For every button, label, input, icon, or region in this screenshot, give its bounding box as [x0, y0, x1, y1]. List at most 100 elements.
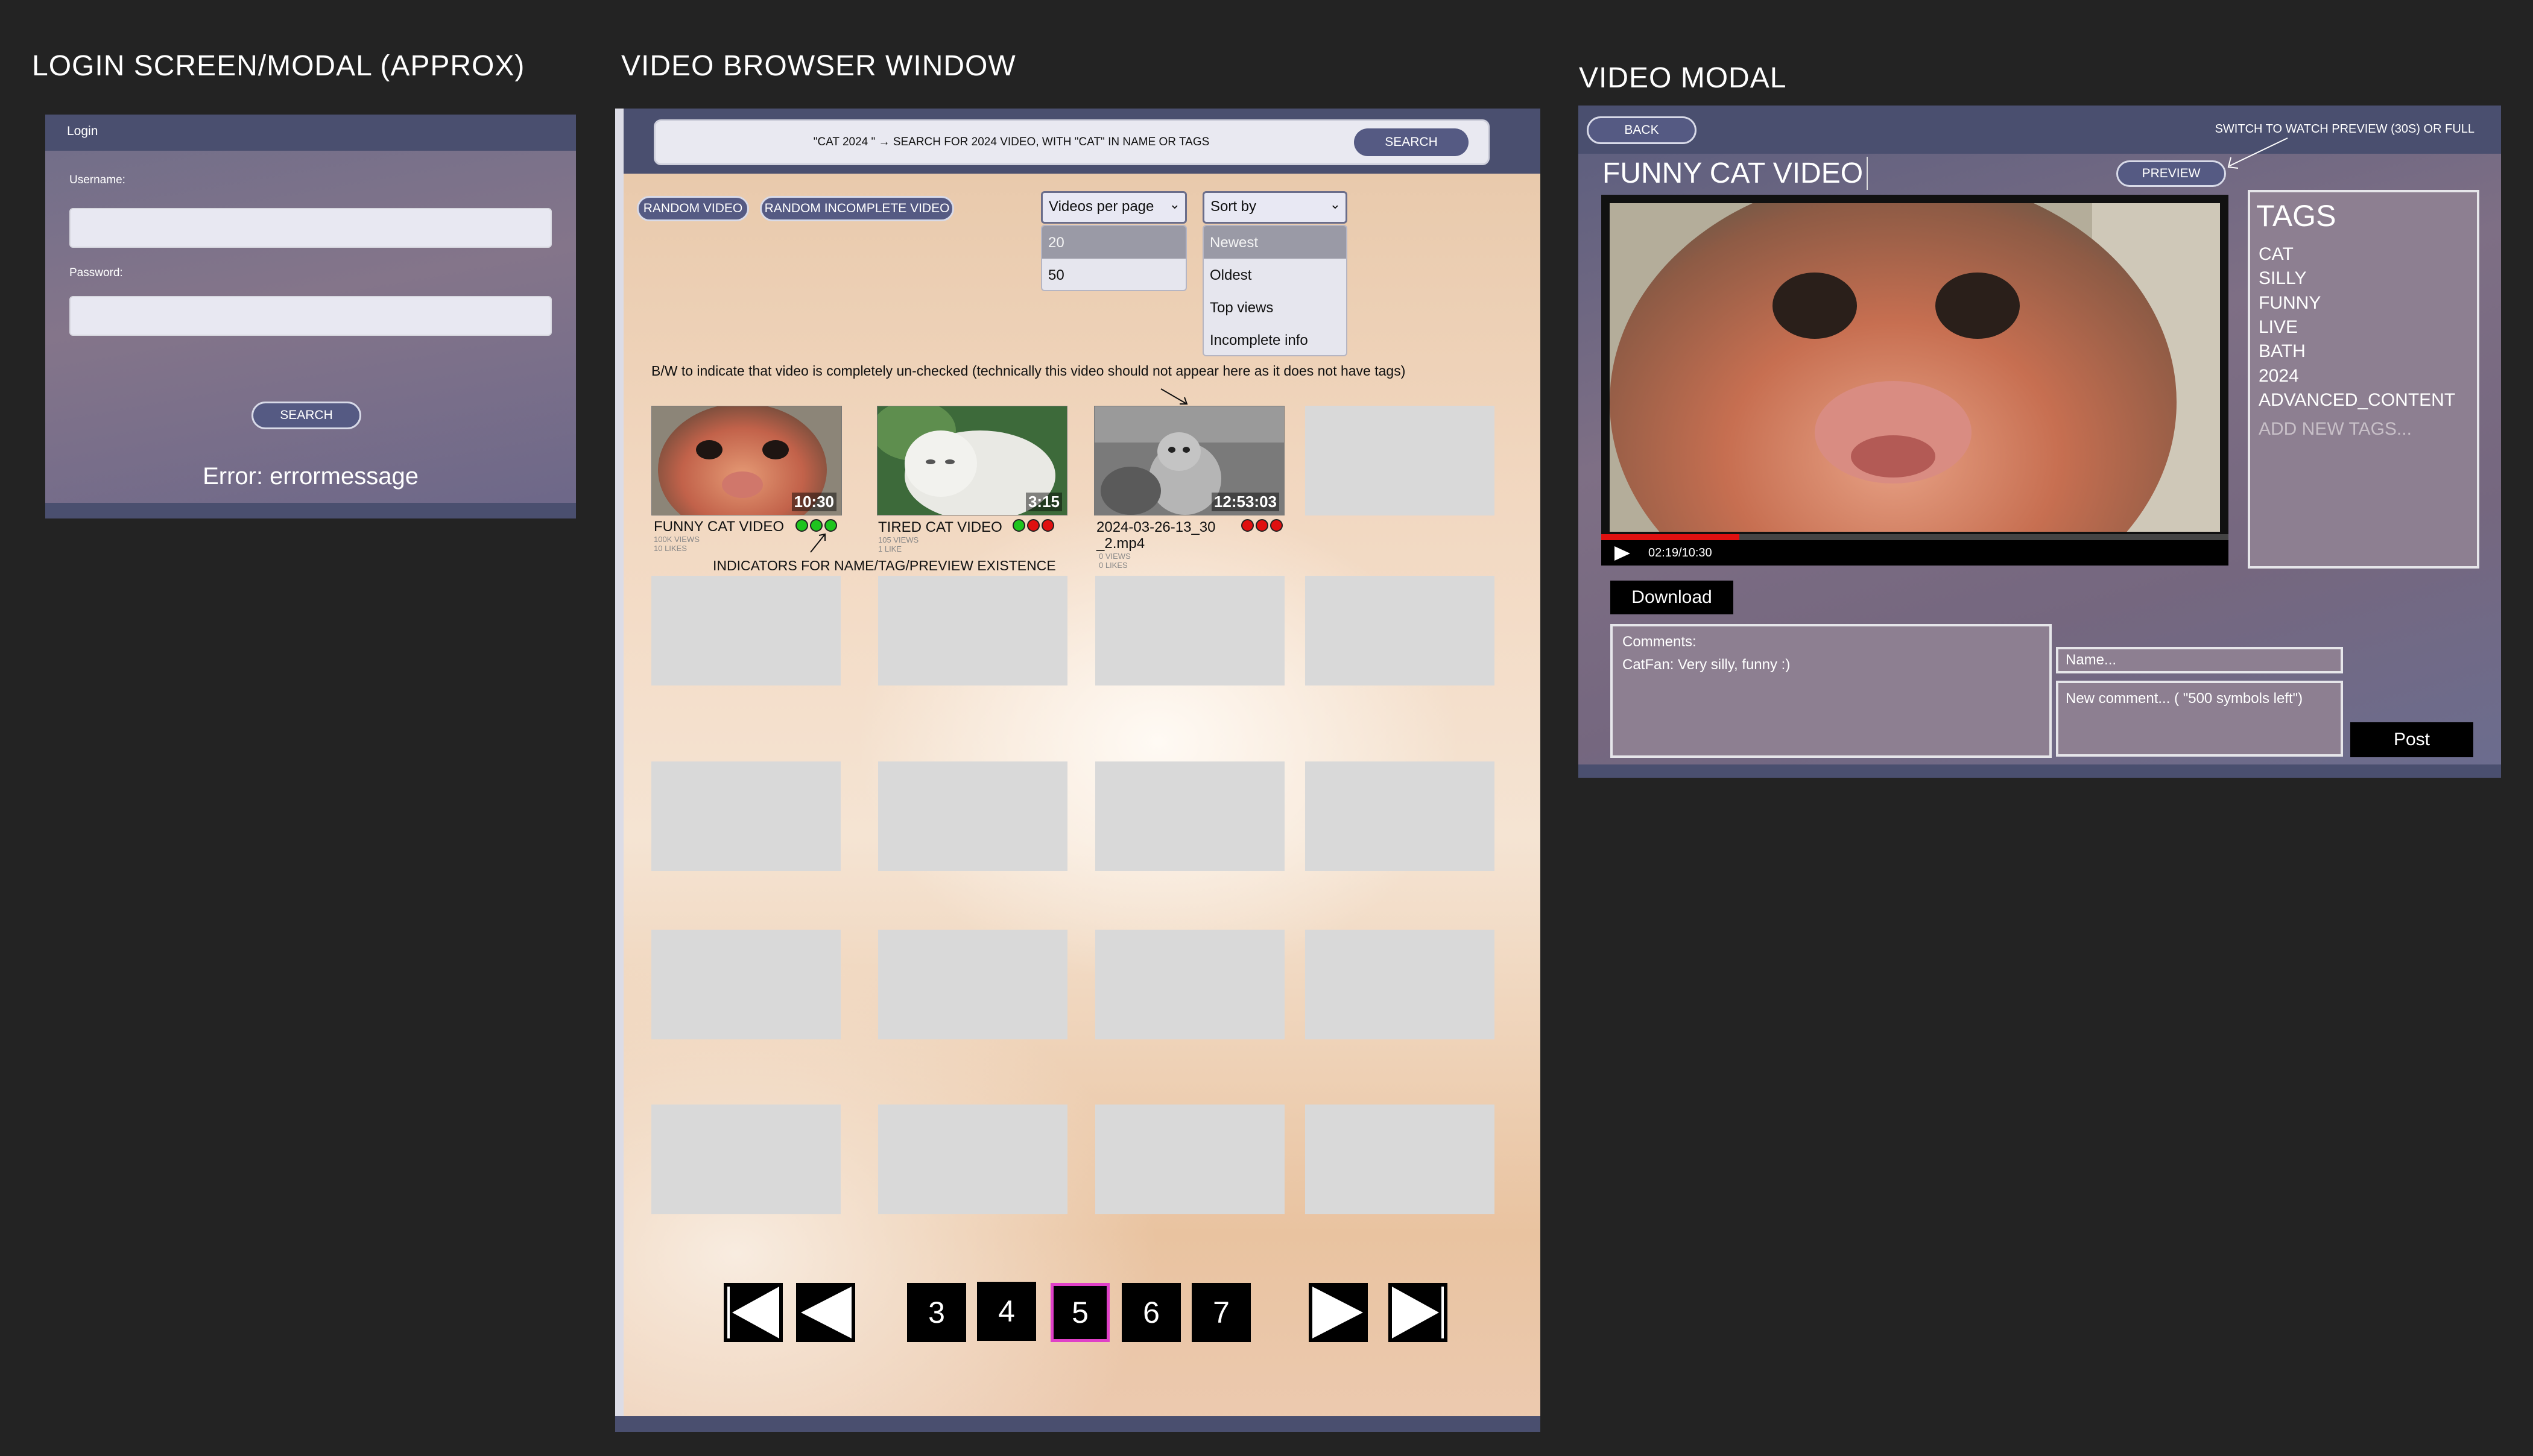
video-placeholder	[1305, 406, 1494, 515]
username-field[interactable]	[69, 208, 552, 248]
post-button[interactable]: Post	[2350, 722, 2473, 757]
playback-time: 02:19/10:30	[1648, 546, 1712, 559]
tag-indicator	[1027, 519, 1040, 532]
search-button[interactable]: SEARCH	[1354, 128, 1469, 156]
next-page-button[interactable]	[1309, 1283, 1368, 1342]
indicators-annotation: INDICATORS FOR NAME/TAG/PREVIEW EXISTENC…	[713, 558, 1056, 573]
video-views: 0 VIEWS	[1099, 552, 1131, 561]
current-page-button[interactable]: 5	[1051, 1283, 1110, 1342]
player-controls: 02:19/10:30	[1601, 534, 2228, 566]
tag-item[interactable]: CAT	[2259, 244, 2294, 265]
page-button[interactable]: 3	[907, 1283, 966, 1342]
video-title[interactable]: 2024-03-26-13_30	[1096, 519, 1216, 536]
play-icon[interactable]	[1613, 545, 1631, 562]
error-message: Error: errormessage	[203, 463, 419, 490]
arrow-right-icon	[1312, 1287, 1363, 1338]
name-input[interactable]: Name...	[2056, 647, 2343, 673]
per-page-option[interactable]: 20	[1042, 226, 1186, 259]
login-modal: Login Username: Password: Error: errorme…	[45, 115, 576, 518]
video-duration: 3:15	[1025, 493, 1062, 511]
browser-section-title: VIDEO BROWSER WINDOW	[621, 50, 1016, 82]
video-placeholder	[651, 576, 841, 685]
username-label: Username:	[69, 174, 125, 186]
video-placeholder	[651, 1105, 841, 1214]
switch-annotation: SWITCH TO WATCH PREVIEW (30S) OR FULL	[2215, 122, 2474, 136]
video-frame-image	[1610, 203, 2220, 532]
page-button[interactable]: 6	[1122, 1283, 1181, 1342]
password-field[interactable]	[69, 296, 552, 336]
video-views: 105 VIEWS	[878, 535, 919, 544]
page-button[interactable]: 4	[977, 1282, 1036, 1341]
tag-item[interactable]: LIVE	[2259, 317, 2298, 338]
login-header: Login	[45, 115, 576, 151]
video-placeholder	[1095, 930, 1285, 1039]
video-title[interactable]: FUNNY CAT VIDEO	[1602, 157, 1868, 190]
video-placeholder	[1305, 1105, 1494, 1214]
progress-track[interactable]	[1601, 534, 2228, 540]
annotation-arrow-icon	[2227, 137, 2288, 169]
skip-first-icon	[727, 1287, 779, 1338]
sort-by-label: Sort by	[1210, 198, 1257, 215]
video-title[interactable]: FUNNY CAT VIDEO	[654, 518, 784, 535]
annotation-arrow-icon	[810, 533, 826, 553]
sort-option[interactable]: Newest	[1204, 226, 1346, 259]
name-indicator	[795, 519, 808, 532]
sort-option[interactable]: Incomplete info	[1204, 324, 1346, 355]
tag-item[interactable]: 2024	[2259, 366, 2299, 386]
video-placeholder	[1305, 930, 1494, 1039]
preview-indicator	[1270, 519, 1283, 532]
preview-toggle-button[interactable]: PREVIEW	[2116, 160, 2226, 187]
videos-per-page-select[interactable]: Videos per page ⌄	[1041, 191, 1187, 224]
video-title-continued[interactable]: _2.mp4	[1096, 535, 1145, 552]
search-bar[interactable]: "CAT 2024 " → SEARCH FOR 2024 VIDEO, WIT…	[654, 119, 1490, 165]
previous-page-button[interactable]	[796, 1283, 855, 1342]
video-indicators	[795, 519, 837, 532]
video-thumbnail[interactable]: 12:53:03	[1094, 406, 1285, 515]
random-video-button[interactable]: RANDOM VIDEO	[637, 196, 749, 221]
skip-last-icon	[1392, 1287, 1444, 1338]
name-indicator	[1241, 519, 1254, 532]
new-comment-input[interactable]: New comment... ( "500 symbols left")	[2056, 681, 2343, 757]
videos-per-page-options: 20 50	[1041, 225, 1187, 291]
tag-indicator	[1256, 519, 1268, 532]
video-player[interactable]: 02:19/10:30	[1601, 195, 2228, 566]
add-tags-input[interactable]: ADD NEW TAGS...	[2259, 419, 2412, 440]
video-placeholder	[878, 930, 1067, 1039]
comment-item: CatFan: Very silly, funny :)	[1622, 657, 1791, 673]
preview-indicator	[824, 519, 837, 532]
first-page-button[interactable]	[724, 1283, 783, 1342]
video-placeholder	[1305, 576, 1494, 685]
video-thumbnail[interactable]: 10:30	[651, 406, 842, 515]
video-duration: 12:53:03	[1211, 493, 1279, 511]
browser-scrollbar[interactable]	[615, 109, 624, 1432]
login-footer	[45, 503, 576, 518]
bw-annotation: B/W to indicate that video is completely…	[651, 363, 1406, 379]
modal-section-title: VIDEO MODAL	[1579, 62, 1787, 94]
last-page-button[interactable]	[1388, 1283, 1447, 1342]
download-button[interactable]: Download	[1610, 581, 1733, 614]
sort-by-select[interactable]: Sort by ⌄	[1203, 191, 1347, 224]
video-placeholder	[1095, 576, 1285, 685]
video-modal: BACK SWITCH TO WATCH PREVIEW (30S) OR FU…	[1578, 106, 2501, 778]
tag-item[interactable]: SILLY	[2259, 268, 2307, 289]
login-button[interactable]: SEARCH	[251, 402, 361, 429]
browser-footer	[615, 1416, 1540, 1432]
video-placeholder	[1095, 761, 1285, 871]
random-incomplete-video-button[interactable]: RANDOM INCOMPLETE VIDEO	[760, 196, 954, 221]
video-placeholder	[1305, 761, 1494, 871]
search-input-text[interactable]: "CAT 2024 " → SEARCH FOR 2024 VIDEO, WIT…	[656, 136, 1367, 149]
video-thumbnail[interactable]: 3:15	[877, 406, 1067, 515]
progress-fill	[1601, 534, 1739, 540]
sort-option[interactable]: Oldest	[1204, 259, 1346, 291]
tag-item[interactable]: FUNNY	[2259, 293, 2321, 314]
tags-header: TAGS	[2256, 199, 2336, 233]
tag-item[interactable]: ADVANCED_CONTENT	[2259, 390, 2455, 411]
video-title[interactable]: TIRED CAT VIDEO	[878, 519, 1002, 536]
comments-box: Comments: CatFan: Very silly, funny :)	[1610, 624, 2052, 758]
tag-item[interactable]: BATH	[2259, 341, 2306, 362]
per-page-option[interactable]: 50	[1042, 259, 1186, 290]
preview-indicator	[1042, 519, 1054, 532]
sort-option[interactable]: Top views	[1204, 291, 1346, 324]
page-button[interactable]: 7	[1192, 1283, 1251, 1342]
back-button[interactable]: BACK	[1587, 116, 1697, 144]
